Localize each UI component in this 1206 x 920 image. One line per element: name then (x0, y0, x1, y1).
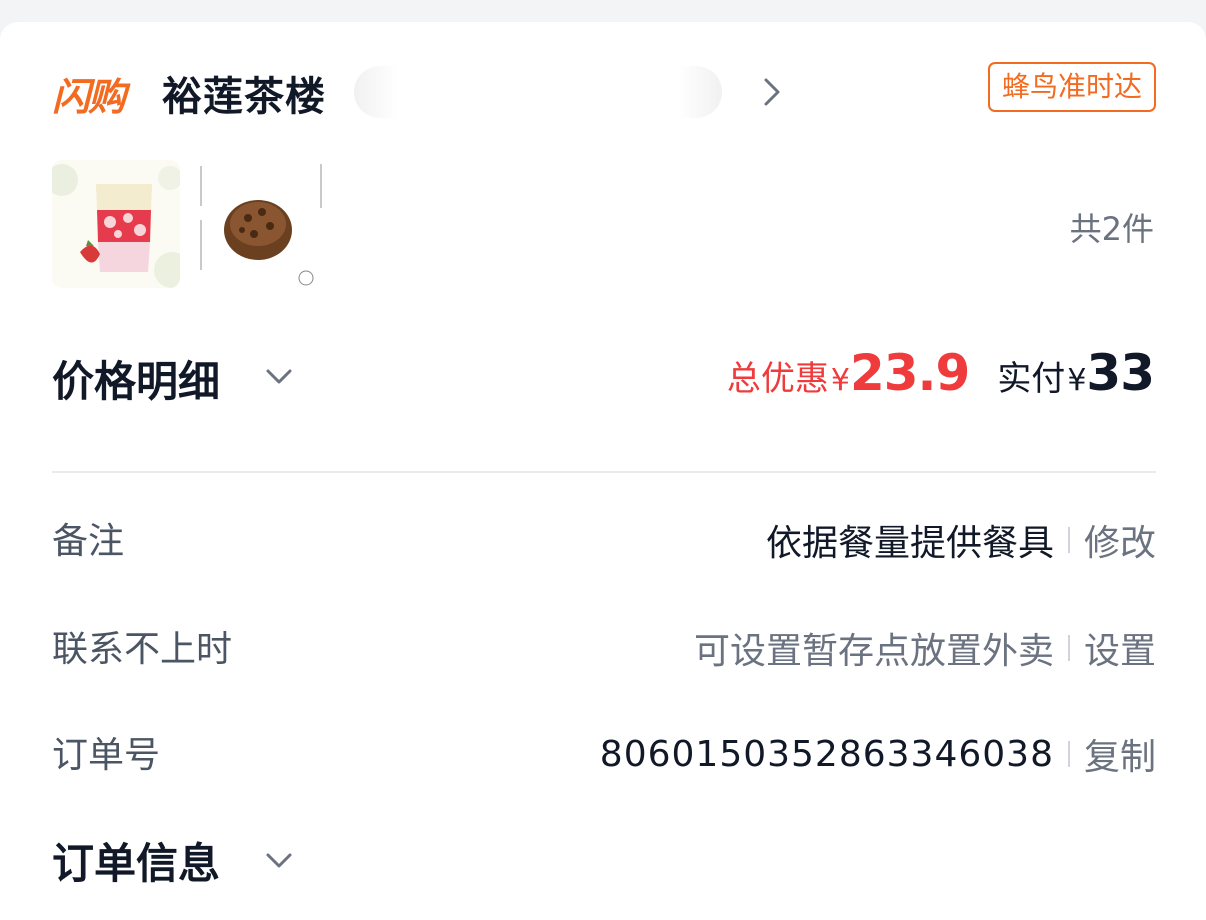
shop-name-link[interactable]: 裕莲茶楼 (162, 64, 326, 122)
unreachable-label: 联系不上时 (52, 629, 233, 670)
order-card: 闪购 裕莲茶楼 蜂鸟准时达 共2件 价格明细 总优惠 ¥ 23.9 实付 ¥ 3… (0, 22, 1206, 920)
divider (52, 471, 1156, 473)
note-label: 备注 (52, 521, 125, 562)
product-thumbnail-strawberry-drink[interactable] (52, 160, 180, 288)
price-details-title[interactable]: 价格明细 (52, 348, 220, 409)
unreachable-row: 联系不上时 可设置暂存点放置外卖 设置 (52, 620, 1156, 676)
paid-currency: ¥ (1067, 363, 1087, 398)
note-row: 备注 依据餐量提供餐具 修改 (52, 512, 1156, 568)
shangou-logo: 闪购 (52, 75, 126, 119)
shop-header: 闪购 裕莲茶楼 蜂鸟准时达 (52, 62, 1156, 120)
unreachable-value: 可设置暂存点放置外卖 (693, 631, 1054, 672)
delivery-badge: 蜂鸟准时达 (987, 62, 1156, 112)
separator (1067, 741, 1070, 767)
paid-value: 33 (1086, 344, 1155, 402)
product-thumbnail-chocolate-puff[interactable] (196, 160, 330, 288)
edit-note-button[interactable]: 修改 (1084, 514, 1156, 566)
item-count[interactable]: 共2件 (1070, 204, 1154, 250)
order-info-title[interactable]: 订单信息 (52, 830, 220, 891)
chevron-down-icon[interactable] (264, 366, 294, 388)
discount-label: 总优惠 (726, 359, 829, 399)
separator (1067, 635, 1070, 661)
redacted-branch-name (354, 66, 722, 118)
discount-currency: ¥ (830, 363, 850, 398)
note-value: 依据餐量提供餐具 (765, 523, 1054, 564)
chevron-down-icon[interactable] (264, 850, 294, 872)
price-summary: 总优惠 ¥ 23.9 实付 ¥ 33 (726, 344, 1155, 404)
order-number-value: 8060150352863346038 (599, 733, 1054, 775)
separator (1067, 527, 1070, 553)
copy-button[interactable]: 复制 (1084, 728, 1156, 780)
order-number-row: 订单号 8060150352863346038 复制 (52, 726, 1156, 782)
paid-label: 实付 (997, 359, 1066, 399)
chevron-right-icon[interactable] (758, 74, 786, 110)
order-number-label: 订单号 (52, 735, 161, 776)
setup-button[interactable]: 设置 (1084, 622, 1156, 674)
discount-value: 23.9 (849, 344, 970, 402)
